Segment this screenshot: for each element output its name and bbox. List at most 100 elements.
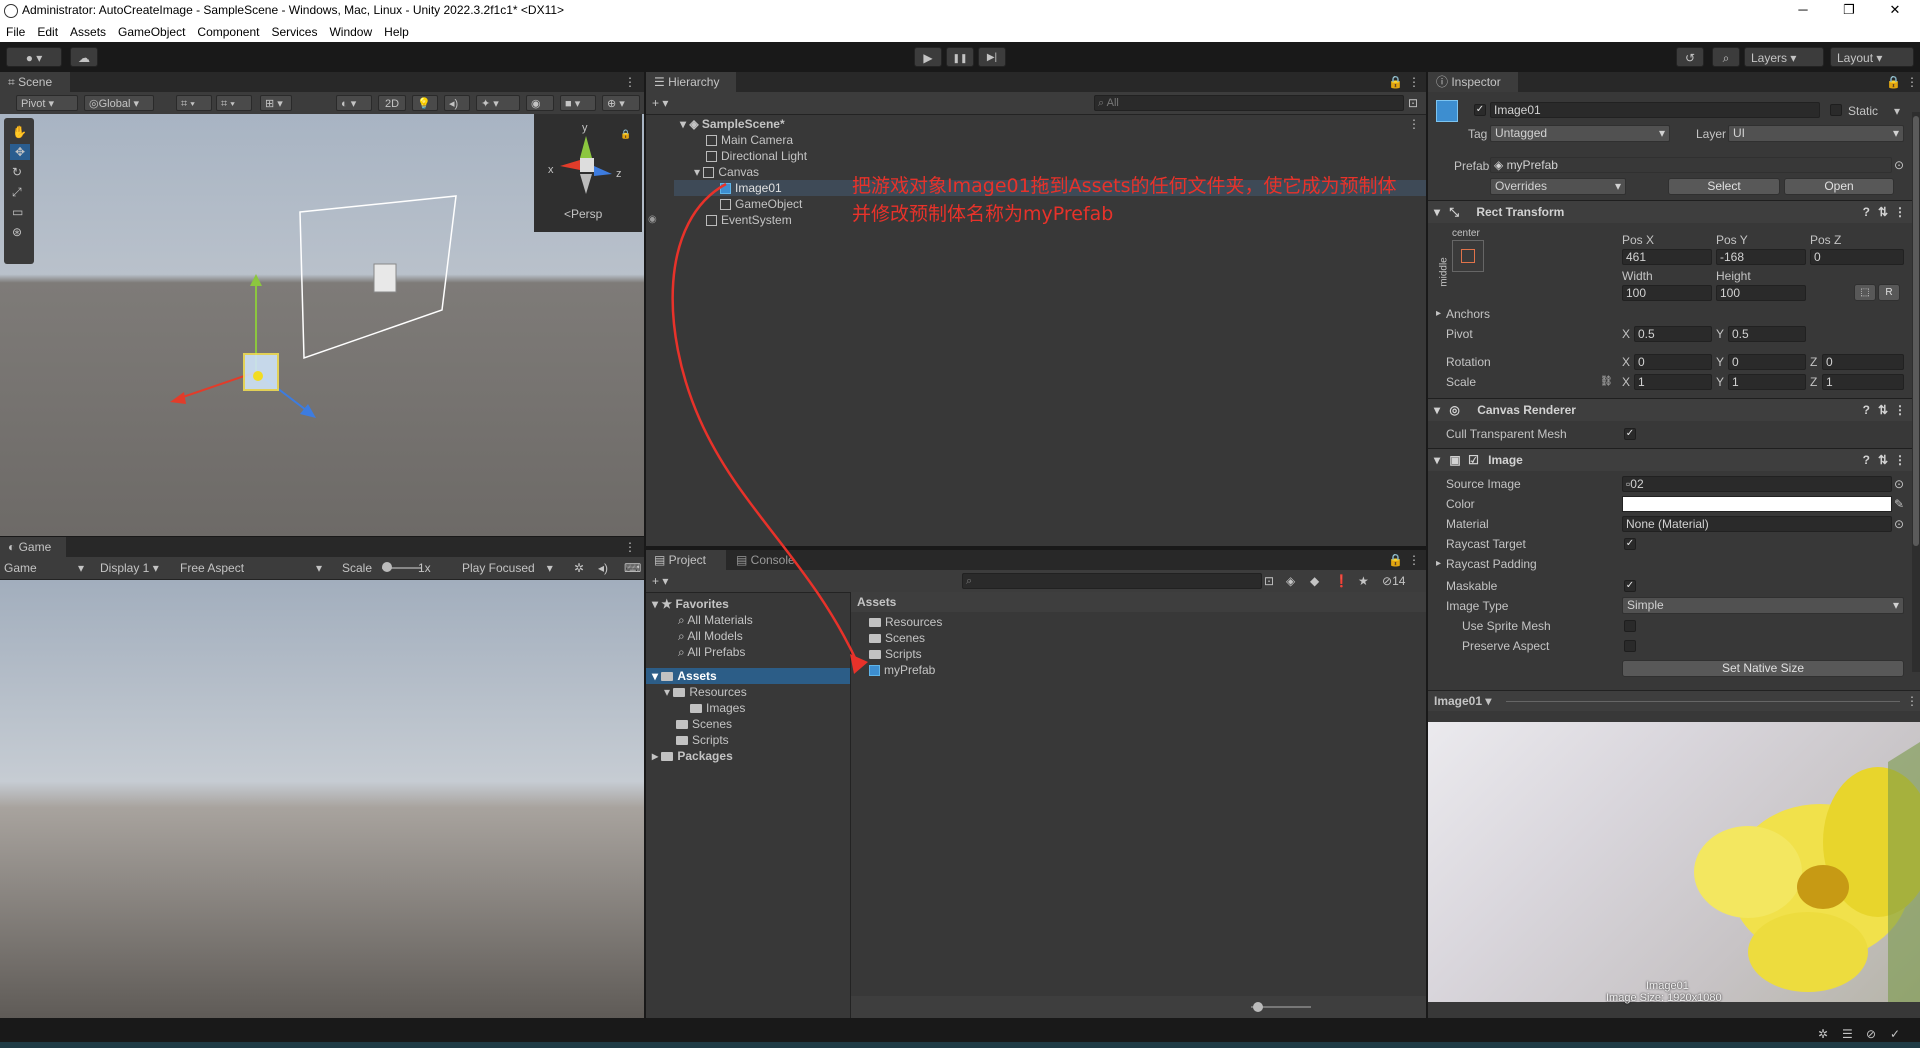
panel-menu-icon[interactable]: ⋮ <box>1906 74 1918 90</box>
scale-tool-icon[interactable]: ⤢ <box>12 184 22 200</box>
rect-transform-header[interactable]: ▾ ⤡ Rect Transform ? ⇅ ⋮ <box>1428 200 1912 223</box>
object-name-field[interactable]: Image01 <box>1490 102 1820 118</box>
static-dropdown-icon[interactable]: ▾ <box>1894 103 1900 119</box>
blueprint-mode-button[interactable]: ⬚ <box>1854 284 1876 301</box>
rot-x-field[interactable]: 0 <box>1634 354 1712 370</box>
raw-edit-button[interactable]: R <box>1878 284 1900 301</box>
tree-folder-images[interactable]: Images <box>690 700 745 716</box>
panel-menu-icon[interactable]: ⋮ <box>1408 552 1420 568</box>
posx-field[interactable]: 461 <box>1622 249 1712 265</box>
select-button[interactable]: Select <box>1668 178 1780 195</box>
stats-icon[interactable]: ✲ <box>574 560 584 576</box>
panel-menu-icon[interactable]: ⋮ <box>1408 74 1420 90</box>
hierarchy-item-directional-light[interactable]: Directional Light <box>706 148 807 164</box>
cache-icon[interactable]: ⊘ <box>1866 1026 1876 1042</box>
menu-assets[interactable]: Assets <box>64 22 112 42</box>
game-viewport[interactable] <box>0 580 644 1018</box>
maskable-checkbox[interactable]: ✓ <box>1624 580 1636 592</box>
menu-file[interactable]: File <box>0 22 31 42</box>
lock-icon[interactable]: 🔒 <box>1388 74 1403 90</box>
material-field[interactable]: None (Material) <box>1622 516 1892 532</box>
panel-menu-icon[interactable]: ⋮ <box>624 74 636 90</box>
grid-snap-icon[interactable]: ⌗ ▾ <box>176 95 212 111</box>
help-icon[interactable]: ? <box>1863 201 1870 223</box>
height-field[interactable]: 100 <box>1716 285 1806 301</box>
component-menu-icon[interactable]: ⋮ <box>1894 399 1906 421</box>
object-picker-icon[interactable]: ⊙ <box>1894 476 1904 492</box>
lighting-icon[interactable]: 💡 <box>412 95 438 111</box>
image-enabled-checkbox[interactable]: ☑ <box>1468 453 1479 467</box>
play-button[interactable]: ▶ <box>914 47 942 67</box>
raycast-padding-foldout-icon[interactable]: ▸ <box>1436 556 1441 572</box>
history-icon[interactable]: ↺ <box>1676 47 1704 67</box>
help-icon[interactable]: ? <box>1863 399 1870 421</box>
help-icon[interactable]: ? <box>1863 449 1870 471</box>
anchors-foldout-icon[interactable]: ▸ <box>1436 306 1441 322</box>
project-search-input[interactable]: ⌕ <box>962 573 1262 589</box>
tab-inspector[interactable]: ⓘ Inspector <box>1428 72 1518 92</box>
panel-menu-icon[interactable]: ⋮ <box>1906 693 1918 709</box>
tree-folder-packages[interactable]: ▸ Packages <box>652 748 733 764</box>
layers-dropdown[interactable]: Layers ▾ <box>1744 47 1824 67</box>
tab-game[interactable]: ◐ Game <box>0 537 66 557</box>
cloud-icon[interactable]: ☁ <box>70 47 98 67</box>
play-focused-dropdown[interactable]: Play Focused ▾ <box>462 560 553 576</box>
set-native-size-button[interactable]: Set Native Size <box>1622 660 1904 677</box>
preset-icon[interactable]: ⇅ <box>1878 399 1888 421</box>
scale-y-field[interactable]: 1 <box>1728 374 1806 390</box>
lock-icon[interactable]: 🔒 <box>1886 74 1901 90</box>
rect-tool-icon[interactable]: ▭ <box>12 204 23 220</box>
hidden-packages-icon[interactable]: ⊘14 <box>1382 573 1405 589</box>
step-button[interactable]: ▶| <box>978 47 1006 67</box>
tree-folder-resources[interactable]: ▾ Resources <box>664 684 747 700</box>
panel-menu-icon[interactable]: ⋮ <box>624 539 636 555</box>
move-tool-icon[interactable]: ✥ <box>10 144 30 160</box>
hierarchy-item-samplescene[interactable]: ▾ ◈ SampleScene* <box>680 116 785 132</box>
pause-button[interactable]: ❚❚ <box>946 47 974 67</box>
add-button[interactable]: + ▾ <box>652 95 668 111</box>
progress-icon[interactable]: ☰ <box>1842 1026 1853 1042</box>
menu-edit[interactable]: Edit <box>31 22 64 42</box>
pivot-dropdown[interactable]: Pivot ▾ <box>16 95 78 111</box>
layout-dropdown[interactable]: Layout ▾ <box>1830 47 1914 67</box>
menu-help[interactable]: Help <box>378 22 415 42</box>
rotate-tool-icon[interactable]: ↻ <box>12 164 22 180</box>
rot-y-field[interactable]: 0 <box>1728 354 1806 370</box>
lock-icon[interactable]: 🔒 <box>620 126 631 142</box>
scene-viewport[interactable]: ✋ ✥ ↻ ⤢ ▭ ⊛ y x z <Persp 🔒 <box>0 114 644 536</box>
gizmos-icon[interactable]: ⊕ ▾ <box>602 95 640 111</box>
tree-folder-scripts[interactable]: Scripts <box>676 732 729 748</box>
scale-z-field[interactable]: 1 <box>1822 374 1904 390</box>
cull-transparent-checkbox[interactable]: ✓ <box>1624 428 1636 440</box>
close-button[interactable]: ✕ <box>1872 0 1918 22</box>
global-dropdown[interactable]: ◎Global ▾ <box>84 95 154 111</box>
menu-gameobject[interactable]: GameObject <box>112 22 191 42</box>
object-picker-icon[interactable]: ⊙ <box>1894 157 1904 173</box>
hierarchy-search-input[interactable]: ⌕ All <box>1094 95 1404 111</box>
hand-tool-icon[interactable]: ✋ <box>12 124 27 140</box>
open-button[interactable]: Open <box>1784 178 1894 195</box>
width-field[interactable]: 100 <box>1622 285 1712 301</box>
preview-title-dropdown[interactable]: Image01 ▾ <box>1434 693 1491 709</box>
grid-icon[interactable]: ⌗ ▾ <box>216 95 252 111</box>
canvas-renderer-header[interactable]: ▾ ◎ Canvas Renderer ? ⇅ ⋮ <box>1428 398 1912 421</box>
hierarchy-item-canvas[interactable]: ▾ Canvas <box>694 164 759 180</box>
pivot-x-field[interactable]: 0.5 <box>1634 326 1712 342</box>
lock-icon[interactable]: 🔒 <box>1388 552 1403 568</box>
hierarchy-item-main-camera[interactable]: Main Camera <box>706 132 793 148</box>
menu-window[interactable]: Window <box>323 22 378 42</box>
static-checkbox[interactable] <box>1830 104 1842 116</box>
camera-icon[interactable]: ■ ▾ <box>560 95 596 111</box>
preview-drag-handle[interactable] <box>1506 701 1900 702</box>
source-image-field[interactable]: ▫02 <box>1622 476 1892 492</box>
orientation-gizmo[interactable]: y x z <Persp 🔒 <box>534 114 642 232</box>
account-button[interactable]: ● ▾ <box>6 47 62 67</box>
posz-field[interactable]: 0 <box>1810 249 1904 265</box>
2d-toggle[interactable]: 2D <box>378 95 406 111</box>
component-menu-icon[interactable]: ⋮ <box>1894 449 1906 471</box>
scrollbar-thumb[interactable] <box>1913 116 1919 546</box>
favorite-star-icon[interactable]: ★ <box>1358 573 1369 589</box>
inspector-scrollbar[interactable] <box>1912 112 1920 672</box>
mute-icon[interactable]: ◂) <box>598 560 608 576</box>
status-check-icon[interactable]: ✓ <box>1890 1026 1900 1042</box>
